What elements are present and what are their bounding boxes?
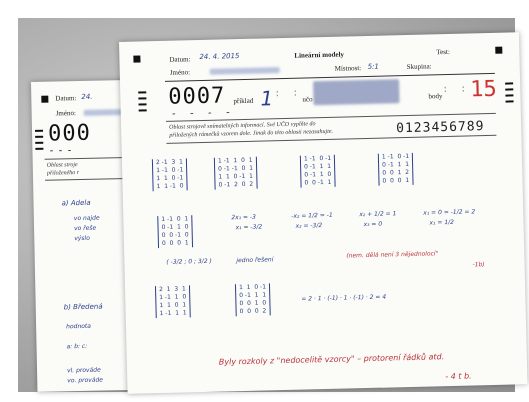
jmeno-label: Jméno: [169, 68, 191, 77]
corner-marker [133, 55, 141, 63]
body-label: body [428, 92, 443, 101]
priklad-digit: 1 [260, 86, 274, 111]
photo-scene: Datum: 24. Jméno: 000 --- Oblast stroje … [0, 0, 529, 402]
back-notice-2: přiloženého r [46, 170, 80, 177]
scan-bars [35, 129, 44, 154]
note: a: b: c: [66, 342, 88, 351]
note: a) Adela [61, 198, 91, 208]
scan-bars-right [505, 82, 514, 106]
front-exam-sheet: Datum: 24. 4. 2015 Lineární modely Test:… [119, 32, 528, 394]
eq-2b: x₂ = -3/2 [295, 222, 323, 230]
redacted-uco [313, 79, 400, 106]
image-border-top [0, 0, 529, 18]
red-note-2: -1b) [472, 261, 485, 269]
matrix-e: 1 -1 0 1 0 -1 1 0 0 0 -1 0 0 0 0 1 [157, 215, 194, 249]
solution-vector: ( -3/2 ; 0 ; 3/2 ) [166, 257, 212, 266]
mistnost-value: 5:1 [367, 62, 380, 71]
image-border-bottom [0, 392, 529, 402]
determinant-result: = 2 · 1 · (-1) · 1 · (-1) · 2 = 4 [301, 293, 387, 303]
student-code: 0007 [168, 83, 226, 110]
eq-3: x₂ + 1/2 = 1 [359, 210, 397, 219]
corner-marker [41, 95, 49, 103]
red-note-4: - 4 t b. [445, 371, 472, 382]
datum-value: 24. 4. 2015 [199, 52, 240, 62]
note: vo řeše [74, 224, 97, 233]
skupina-label: Skupina: [406, 62, 432, 71]
score-value: 15 [469, 76, 498, 103]
note: hodnota [66, 322, 91, 331]
digit-sample: 0123456789 [396, 119, 485, 137]
note: vo najde [73, 214, 100, 223]
body-box: : : [442, 83, 470, 96]
matrix-d: 1 -1 0 -1 0 -1 1 1 0 0 1 2 0 0 0 1 [377, 152, 414, 186]
matrix-a: 2 -1 3 1 1 -1 0 -1 1 1 0 -1 1 1 -1 0 [151, 158, 188, 192]
datum-label: Datum: [169, 55, 191, 64]
scan-bars [138, 91, 147, 115]
solution-text: jedno řešení [236, 256, 274, 265]
eq-3b: x₃ = 0 [363, 220, 383, 229]
back-code-dashes: --- [48, 145, 76, 157]
corner-marker [495, 46, 503, 54]
image-border-left [0, 0, 18, 402]
redacted-name [83, 109, 124, 116]
eq-4: x₁ = 0 = -1/2 = 2 [423, 208, 476, 217]
priklad-label: příklad [233, 96, 254, 106]
redacted-name [209, 67, 280, 75]
mistnost-label: Místnost: [334, 64, 362, 73]
uco-label: učo [302, 95, 313, 104]
eq-1b: x₁ = -3/2 [235, 223, 263, 232]
test-label: Test: [436, 47, 450, 57]
back-datum-label: Datum: [55, 94, 77, 103]
note: b) Bředená [63, 302, 103, 312]
note: výslo [74, 234, 90, 243]
exam-title: Lineární modely [294, 50, 345, 60]
eq-4b: x₁ = 1/2 [429, 218, 455, 227]
note: vo. prováde [67, 376, 104, 385]
matrix-g: 1 1 0 -1 0 -1 1 1 0 0 1 0 0 0 0 2 [234, 283, 271, 317]
back-jmeno-label: Jméno: [55, 109, 76, 118]
red-note-1: (nem. dělá není 3 nějednolocí" [346, 250, 439, 260]
back-code: 000 [47, 120, 92, 147]
eq-1: 2x₁ = -3 [231, 213, 257, 222]
matrix-f: 2 1 3 1 1 -1 1 0 1 1 0 1 1 -1 1 1 [154, 285, 191, 319]
code-dashes: - - - - [170, 107, 235, 120]
back-datum-value: 24. [81, 92, 93, 101]
priklad-box: : : [274, 87, 302, 100]
matrix-b: 1 -1 1 0 1 0 -1 -1 0 1 1 1 0 -1 1 0 -1 2… [213, 156, 258, 190]
red-note-3: Byly rozkoly z "nedocelitě vzorcy" – pro… [218, 352, 445, 367]
note: vl. prováde [66, 366, 101, 375]
matrix-c: 1 -1 0 -1 0 -1 1 1 0 -1 1 0 0 0 -1 1 [299, 154, 336, 188]
eq-2: -x₂ = 1/2 = -1 [291, 211, 333, 220]
